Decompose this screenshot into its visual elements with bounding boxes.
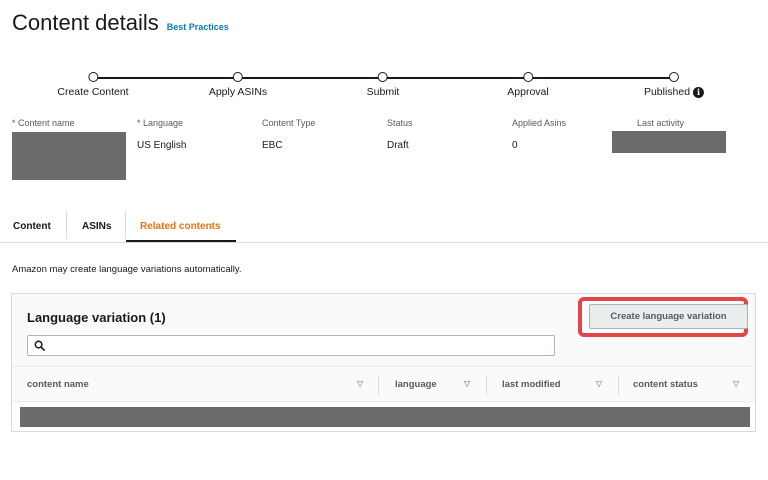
- step-dot: [378, 72, 388, 82]
- detail-value: 0: [512, 140, 518, 151]
- best-practices-link[interactable]: Best Practices: [167, 22, 229, 32]
- step-apply-asins: Apply ASINs: [209, 72, 267, 100]
- tab-related-contents[interactable]: Related contents: [140, 210, 221, 242]
- column-divider: [486, 375, 487, 395]
- panel-header: Language variation (1) Create language v…: [12, 294, 755, 366]
- info-icon[interactable]: i: [693, 86, 705, 98]
- step-label-text: Published: [643, 86, 691, 98]
- detail-last-activity: Last activity: [612, 118, 726, 153]
- detail-language: * Language US English: [137, 118, 186, 151]
- detail-content-name: * Content name: [12, 118, 126, 180]
- panel-title: Language variation (1): [27, 310, 166, 325]
- table-header: content name ▽ language ▽ last modified …: [12, 366, 755, 402]
- detail-label: Content Type: [262, 118, 316, 128]
- detail-label: * Content name: [12, 118, 75, 128]
- column-header-content-status[interactable]: content status: [633, 367, 698, 401]
- detail-label: Status: [387, 118, 413, 128]
- content-details-summary: * Content name * Language US English Con…: [0, 118, 768, 188]
- column-divider: [618, 375, 619, 395]
- tab-divider: [66, 211, 67, 239]
- page-header: Content details Best Practices: [12, 10, 229, 36]
- tab-divider: [125, 211, 126, 239]
- detail-status: Status Draft: [387, 118, 413, 151]
- detail-label: Last activity: [637, 118, 685, 128]
- step-published: Published i: [643, 72, 705, 100]
- step-dot: [233, 72, 243, 82]
- search-icon: [34, 340, 45, 351]
- step-approval: Approval: [507, 72, 549, 100]
- detail-value: US English: [137, 140, 187, 151]
- step-create-content: Create Content: [57, 72, 129, 100]
- step-label: Approval: [507, 86, 549, 98]
- step-label: Create Content: [57, 86, 129, 98]
- step-label: Submit: [366, 86, 400, 98]
- step-dot: [88, 72, 98, 82]
- info-note: Amazon may create language variations au…: [12, 264, 242, 275]
- last-activity-redacted: [612, 131, 726, 153]
- column-header-language[interactable]: language: [395, 367, 437, 401]
- step-dot: [522, 72, 533, 82]
- table-row-redacted[interactable]: [20, 407, 750, 427]
- step-label: Apply ASINs: [208, 86, 268, 98]
- language-variation-panel: Language variation (1) Create language v…: [11, 293, 756, 432]
- step-label-published: Published i: [643, 86, 705, 98]
- detail-value: Draft: [387, 140, 409, 151]
- tab-bar: Content ASINs Related contents: [0, 205, 768, 243]
- content-name-redacted: [12, 132, 126, 180]
- workflow-stepper: Create Content Apply ASINs Submit Approv…: [0, 72, 768, 102]
- active-tab-indicator: [126, 240, 236, 242]
- step-dot: [669, 72, 679, 82]
- column-header-last-modified[interactable]: last modified: [502, 367, 561, 401]
- detail-content-type: Content Type EBC: [262, 118, 315, 151]
- tab-asins[interactable]: ASINs: [82, 210, 111, 242]
- column-header-content-name[interactable]: content name: [27, 367, 89, 401]
- search-box: [27, 335, 555, 356]
- detail-label: Applied Asins: [512, 118, 567, 128]
- sort-icon[interactable]: ▽: [357, 379, 363, 388]
- column-divider: [378, 375, 379, 395]
- tab-content[interactable]: Content: [13, 210, 51, 242]
- step-submit: Submit: [366, 72, 400, 100]
- sort-icon[interactable]: ▽: [464, 379, 470, 388]
- sort-icon[interactable]: ▽: [596, 379, 602, 388]
- detail-label: * Language: [137, 118, 184, 128]
- detail-applied-asins: Applied Asins 0: [512, 118, 566, 151]
- search-input[interactable]: [49, 340, 554, 351]
- page-title: Content details: [12, 10, 159, 35]
- detail-value: EBC: [262, 140, 283, 151]
- sort-icon[interactable]: ▽: [733, 379, 739, 388]
- create-language-variation-button[interactable]: Create language variation: [589, 304, 748, 329]
